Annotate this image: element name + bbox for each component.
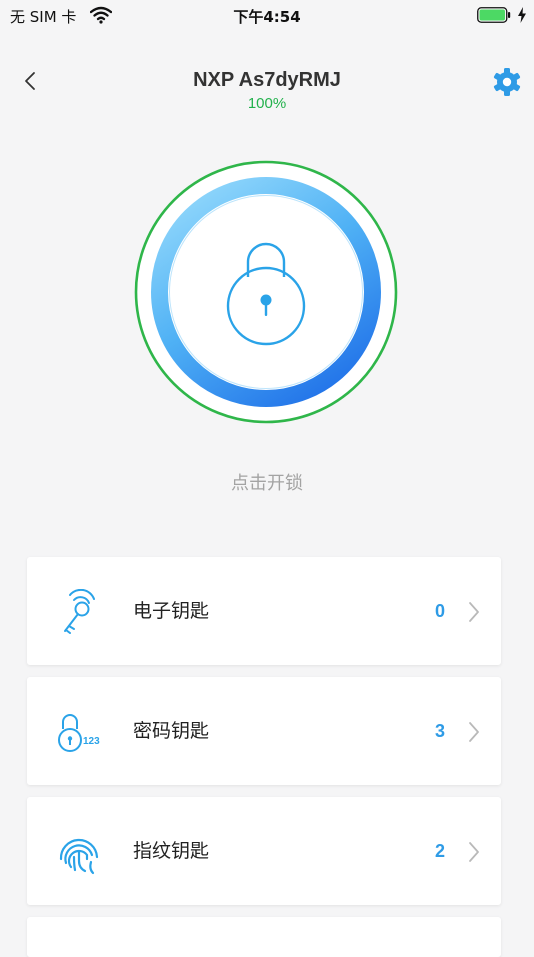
clock-time: 下午4:54 — [233, 8, 301, 26]
e-key-count: 0 — [434, 601, 445, 621]
chevron-right-icon — [469, 722, 479, 742]
e-key-row[interactable]: 电子钥匙 0 — [27, 557, 501, 665]
fingerprint-key-row[interactable]: 指纹钥匙 2 — [27, 797, 501, 905]
unlock-button[interactable] — [134, 160, 398, 424]
fingerprint-key-count: 2 — [434, 841, 445, 861]
unlock-hint: 点击开锁 — [231, 473, 303, 494]
next-key-row-partial[interactable] — [27, 917, 501, 957]
password-key-label: 密码钥匙 — [133, 720, 210, 742]
lock-battery-percent: 100% — [247, 95, 287, 112]
chevron-right-icon — [469, 602, 479, 622]
e-key-icon — [64, 589, 95, 634]
fingerprint-icon — [59, 838, 99, 875]
settings-gear-icon[interactable] — [491, 66, 523, 98]
chevron-right-icon — [469, 842, 479, 862]
battery-icon — [477, 7, 511, 23]
charging-bolt-icon — [518, 7, 526, 23]
fingerprint-key-label: 指纹钥匙 — [133, 840, 210, 862]
password-key-count: 3 — [434, 721, 445, 741]
password-lock-icon: 123 — [58, 714, 100, 752]
e-key-label: 电子钥匙 — [133, 600, 210, 622]
status-bar: 无 SIM 卡 下午4:54 — [0, 0, 534, 32]
password-digits-text: 123 — [83, 736, 100, 747]
password-key-row[interactable]: 123 密码钥匙 3 — [27, 677, 501, 785]
page-title: NXP As7dyRMJ — [193, 69, 341, 91]
